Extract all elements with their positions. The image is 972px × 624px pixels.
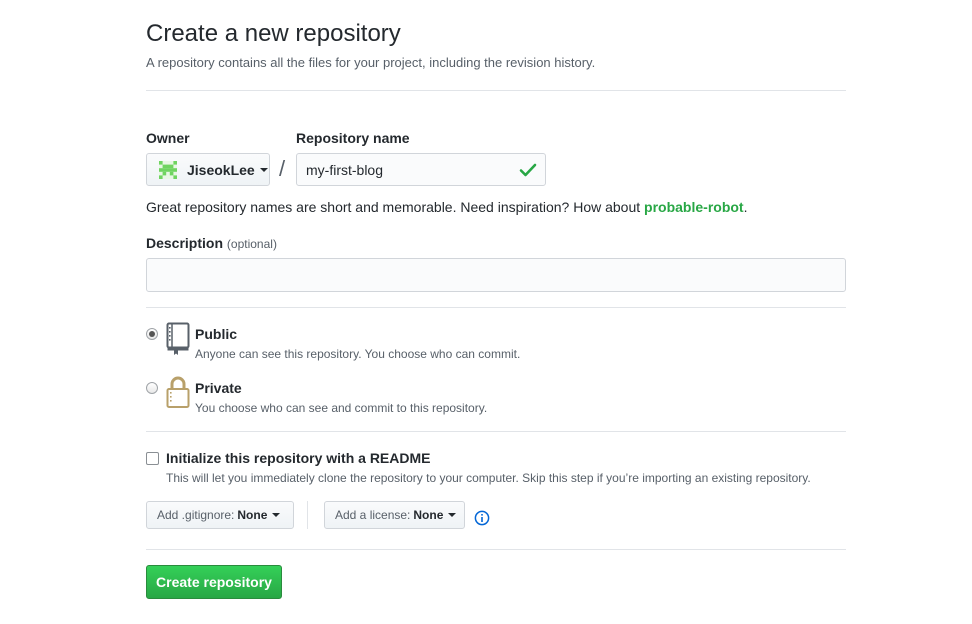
description-input[interactable] [146,258,846,292]
name-hint-end: . [743,199,748,215]
description-optional-note: (optional) [226,237,277,251]
page-title: Create a new repository [146,20,401,47]
divider [146,90,846,91]
name-hint-text: Great repository names are short and mem… [146,199,645,215]
repo-book-icon [166,322,190,355]
gitignore-value: None [237,508,268,522]
owner-select-button[interactable]: JiseokLee [146,153,270,186]
owner-repo-separator: / [279,156,286,181]
public-note: Anyone can see this repository. You choo… [195,347,521,361]
readme-note: This will let you immediately clone the … [166,471,811,485]
create-repository-button[interactable]: Create repository [146,565,282,599]
check-icon [519,163,537,177]
private-label: Private [195,380,242,396]
name-suggestion-link[interactable]: probable-robot [644,199,744,215]
repo-name-label: Repository name [296,130,410,146]
repository-name-input[interactable] [296,153,546,186]
gitignore-label: Add .gitignore: [157,508,235,522]
license-label: Add a license: [335,508,411,522]
button-separator [307,501,308,529]
private-note: You choose who can see and commit to thi… [195,401,488,415]
owner-name: JiseokLee [187,161,255,178]
identicon-avatar-icon [159,160,177,179]
name-hint: Great repository names are short and mem… [146,199,747,215]
lock-icon [166,376,190,408]
readme-label[interactable]: Initialize this repository with a README [166,450,430,466]
divider [146,307,846,308]
owner-label: Owner [146,130,190,146]
divider [146,431,846,432]
description-label-text: Description [146,235,224,251]
public-radio[interactable] [146,328,158,340]
divider [146,549,846,550]
chevron-down-icon [448,513,457,517]
chevron-down-icon [259,167,268,172]
description-label: Description (optional) [146,235,277,251]
info-icon[interactable] [474,510,490,526]
license-value: None [413,508,444,522]
page-subtitle: A repository contains all the files for … [146,55,596,70]
chevron-down-icon [272,513,281,517]
private-radio[interactable] [146,382,158,394]
readme-checkbox[interactable] [146,452,159,465]
gitignore-select-button[interactable]: Add .gitignore: None [146,501,294,529]
public-label: Public [195,326,238,342]
license-select-button[interactable]: Add a license: None [324,501,465,529]
